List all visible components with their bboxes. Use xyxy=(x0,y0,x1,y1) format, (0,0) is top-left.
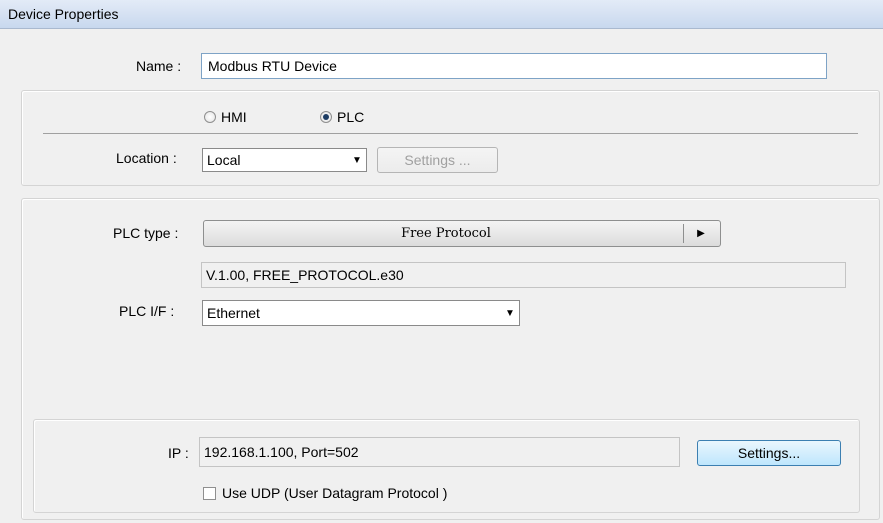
location-value: Local xyxy=(207,152,241,168)
name-field[interactable]: Modbus RTU Device xyxy=(201,53,827,79)
window-title: Device Properties xyxy=(8,6,119,22)
ip-label: IP : xyxy=(168,445,189,461)
use-udp-box[interactable] xyxy=(203,486,216,500)
chevron-down-icon: ▼ xyxy=(505,307,515,319)
plc-type-value: Free Protocol xyxy=(401,226,491,241)
name-label: Name : xyxy=(136,58,182,74)
radio-plc-button[interactable] xyxy=(320,111,332,123)
location-dropdown[interactable]: Local ▼ xyxy=(202,148,367,172)
location-settings-button[interactable]: Settings ... xyxy=(377,147,498,173)
radio-hmi-label: HMI xyxy=(221,109,247,125)
radio-plc[interactable]: PLC xyxy=(320,109,364,125)
plc-type-divider xyxy=(683,224,684,243)
ip-settings-button[interactable]: Settings... xyxy=(697,440,841,466)
location-label: Location : xyxy=(116,150,177,166)
name-value: Modbus RTU Device xyxy=(208,58,337,74)
separator xyxy=(43,133,858,134)
plc-if-label: PLC I/F : xyxy=(119,303,175,319)
plc-type-label: PLC type : xyxy=(113,225,179,241)
plc-if-value: Ethernet xyxy=(207,305,260,321)
title-bar: Device Properties xyxy=(0,0,883,29)
use-udp-checkbox[interactable]: Use UDP (User Datagram Protocol ) xyxy=(203,485,447,501)
chevron-down-icon: ▼ xyxy=(352,154,362,166)
plc-version-text: V.1.00, FREE_PROTOCOL.e30 xyxy=(206,267,404,283)
radio-hmi-button[interactable] xyxy=(204,111,216,123)
ip-field: 192.168.1.100, Port=502 xyxy=(199,437,680,467)
radio-hmi[interactable]: HMI xyxy=(204,109,247,125)
plc-version-field: V.1.00, FREE_PROTOCOL.e30 xyxy=(201,262,846,288)
chevron-right-icon[interactable]: ▶ xyxy=(688,224,714,243)
ip-value: 192.168.1.100, Port=502 xyxy=(204,444,359,460)
use-udp-label: Use UDP (User Datagram Protocol ) xyxy=(222,485,448,501)
plc-type-button[interactable]: Free Protocol xyxy=(203,220,721,247)
radio-plc-label: PLC xyxy=(337,109,365,125)
plc-if-dropdown[interactable]: Ethernet ▼ xyxy=(202,300,520,326)
